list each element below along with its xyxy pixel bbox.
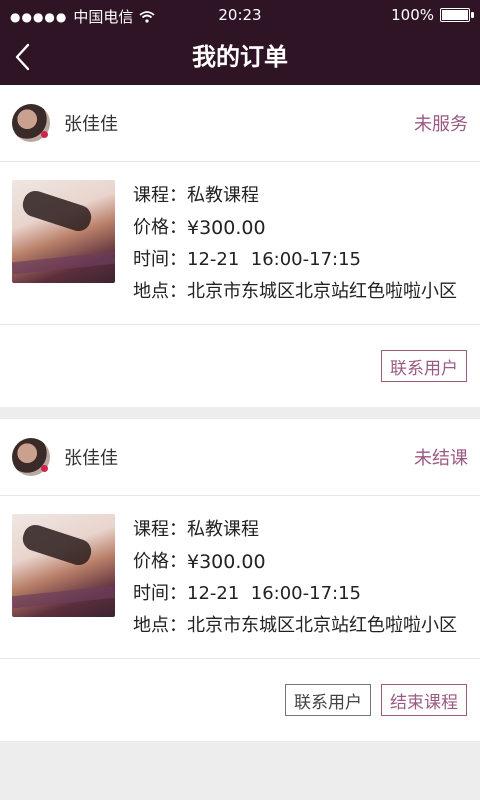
location-value: 北京市东城区北京站红色啦啦小区: [187, 281, 457, 302]
order-actions: 联系用户 结束课程: [0, 659, 480, 741]
order-header: 张佳佳 未结课: [0, 419, 480, 496]
price-value: ¥300.00: [187, 217, 266, 239]
user-name: 张佳佳: [64, 448, 118, 469]
order-header: 张佳佳 未服务: [0, 85, 480, 162]
order-info: 课程： 私教课程 价格： ¥300.00 时间： 12-21 16:00-17:15 …: [133, 180, 468, 308]
order-details: 课程： 私教课程 价格： ¥300.00 时间： 12-21 16:00-17:15 …: [0, 496, 480, 659]
order-card: 张佳佳 未结课 课程： 私教课程 价格： ¥300.00 时间： 12-21 16:0…: [0, 419, 480, 741]
order-status: 未结课: [414, 448, 468, 469]
course-value: 私教课程: [187, 519, 259, 540]
course-label: 课程：: [133, 519, 187, 540]
order-info: 课程： 私教课程 价格： ¥300.00 时间： 12-21 16:00-17:15 …: [133, 514, 468, 642]
course-thumbnail: [12, 180, 115, 283]
status-bar: ●●●●● 中国电信 20:23 100%: [0, 0, 480, 30]
contact-user-button[interactable]: 联系用户: [285, 684, 371, 716]
course-value: 私教课程: [187, 185, 259, 206]
end-course-button[interactable]: 结束课程: [381, 684, 467, 716]
battery-icon: [440, 8, 474, 22]
time-label: 时间：: [133, 583, 187, 604]
price-label: 价格：: [133, 217, 187, 238]
page-title: 我的订单: [192, 43, 288, 71]
course-label: 课程：: [133, 185, 187, 206]
status-right: 100%: [391, 6, 474, 24]
avatar-dot: [41, 131, 48, 138]
battery-percent: 100%: [391, 6, 434, 24]
location-value: 北京市东城区北京站红色啦啦小区: [187, 615, 457, 636]
time-value: 12-21 16:00-17:15: [187, 583, 361, 604]
avatar-dot: [41, 465, 48, 472]
time-value: 12-21 16:00-17:15: [187, 249, 361, 270]
location-label: 地点：: [133, 281, 187, 302]
course-thumbnail: [12, 514, 115, 617]
battery-fill: [442, 10, 468, 20]
price-value: ¥300.00: [187, 551, 266, 573]
order-card: 张佳佳 未服务 课程： 私教课程 价格： ¥300.00 时间： 12-21 16:0…: [0, 85, 480, 407]
time-label: 时间：: [133, 249, 187, 270]
avatar: [12, 104, 50, 142]
order-status: 未服务: [414, 114, 468, 135]
nav-bar: 我的订单: [0, 30, 480, 85]
order-details: 课程： 私教课程 价格： ¥300.00 时间： 12-21 16:00-17:15 …: [0, 162, 480, 325]
order-actions: 联系用户: [0, 325, 480, 407]
user-name: 张佳佳: [64, 114, 118, 135]
back-arrow-icon[interactable]: [10, 42, 36, 72]
contact-user-button[interactable]: 联系用户: [381, 350, 467, 382]
avatar: [12, 438, 50, 476]
price-label: 价格：: [133, 551, 187, 572]
location-label: 地点：: [133, 615, 187, 636]
